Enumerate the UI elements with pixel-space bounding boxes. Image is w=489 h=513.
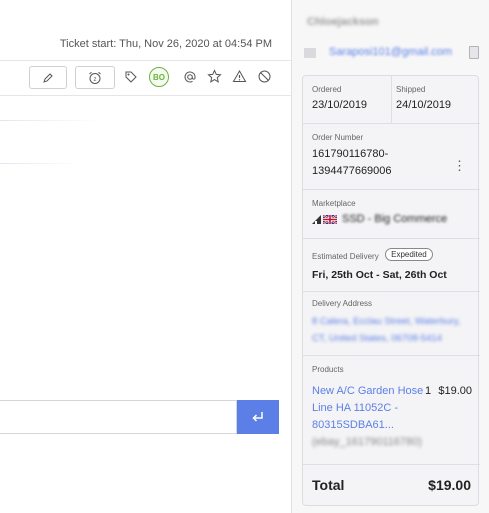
address-line1: 8 Calera, Ecclau Street, Waterbury, xyxy=(312,316,461,327)
shipped-value: 24/10/2019 xyxy=(396,99,452,111)
order-dates: Ordered 23/10/2019 Shipped 24/10/2019 xyxy=(303,76,480,124)
block-icon[interactable] xyxy=(256,68,272,84)
uk-flag-icon xyxy=(323,214,337,224)
total-value: $19.00 xyxy=(428,477,471,493)
delivery-section: Estimated Delivery Expedited Fri, 25th O… xyxy=(303,239,480,292)
pencil-icon xyxy=(43,72,53,83)
expedited-badge: Expedited xyxy=(385,248,433,261)
assignee-badge[interactable]: BO xyxy=(149,67,169,87)
marketplace-value: SSD - Big Commerce xyxy=(342,213,448,225)
copy-icon[interactable] xyxy=(469,46,479,59)
products-section: Products New A/C Garden Hose Line HA 110… xyxy=(303,356,480,465)
message-divider xyxy=(0,120,100,121)
address-section: Delivery Address 8 Calera, Ecclau Street… xyxy=(303,292,480,356)
snooze-button[interactable]: z xyxy=(75,66,115,89)
order-number-label: Order Number xyxy=(312,133,364,142)
address-line2: CT, United States, 06708-5414 xyxy=(312,333,442,344)
shipped-column: Shipped 24/10/2019 xyxy=(391,76,451,124)
product-price: $19.00 xyxy=(438,385,472,397)
products-label: Products xyxy=(312,365,344,374)
delivery-label: Estimated Delivery xyxy=(312,252,379,261)
at-icon[interactable] xyxy=(182,69,198,85)
order-number-section: Order Number 161790116780- 1394477669006… xyxy=(303,124,480,190)
star-icon[interactable] xyxy=(206,68,222,84)
email-icon xyxy=(304,48,316,58)
total-row: Total $19.00 xyxy=(303,473,480,499)
kebab-menu-icon[interactable]: ⋮ xyxy=(453,158,466,174)
product-qty: 1 xyxy=(425,385,432,397)
enter-arrow-icon xyxy=(252,412,263,422)
customer-email-row: Saraposi101@gmail.com xyxy=(304,46,479,62)
svg-text:z: z xyxy=(94,77,97,83)
ticket-pane: Ticket start: Thu, Nov 26, 2020 at 04:54… xyxy=(0,0,291,513)
edit-button[interactable] xyxy=(29,66,67,89)
product-name-line3[interactable]: 80315SDBA61... xyxy=(312,417,472,434)
customer-sidebar: Chloejackson Saraposi101@gmail.com Order… xyxy=(292,0,489,513)
reply-input[interactable] xyxy=(0,400,237,434)
marketplace-label: Marketplace xyxy=(312,199,356,208)
ticket-start-text: Ticket start: Thu, Nov 26, 2020 at 04:54… xyxy=(59,38,272,50)
address-label: Delivery Address xyxy=(312,299,373,308)
delivery-value: Fri, 25th Oct - Sat, 26th Oct xyxy=(312,269,447,281)
product-name-line2[interactable]: Line HA 11052C - xyxy=(312,400,472,417)
send-button[interactable] xyxy=(237,400,279,434)
product-sku: (ebay_161790116780) xyxy=(312,436,422,448)
customer-email[interactable]: Saraposi101@gmail.com xyxy=(329,46,452,58)
marketplace-section: Marketplace SSD - Big Commerce xyxy=(303,190,480,239)
message-divider xyxy=(0,163,80,164)
customer-name: Chloejackson xyxy=(307,16,379,28)
signal-icon xyxy=(312,214,321,224)
warning-icon[interactable] xyxy=(231,68,247,84)
alarm-clock-icon: z xyxy=(89,71,101,84)
tag-icon[interactable] xyxy=(123,69,139,85)
order-card: Ordered 23/10/2019 Shipped 24/10/2019 Or… xyxy=(302,75,480,506)
shipped-label: Shipped xyxy=(396,85,426,94)
total-label: Total xyxy=(312,477,345,493)
